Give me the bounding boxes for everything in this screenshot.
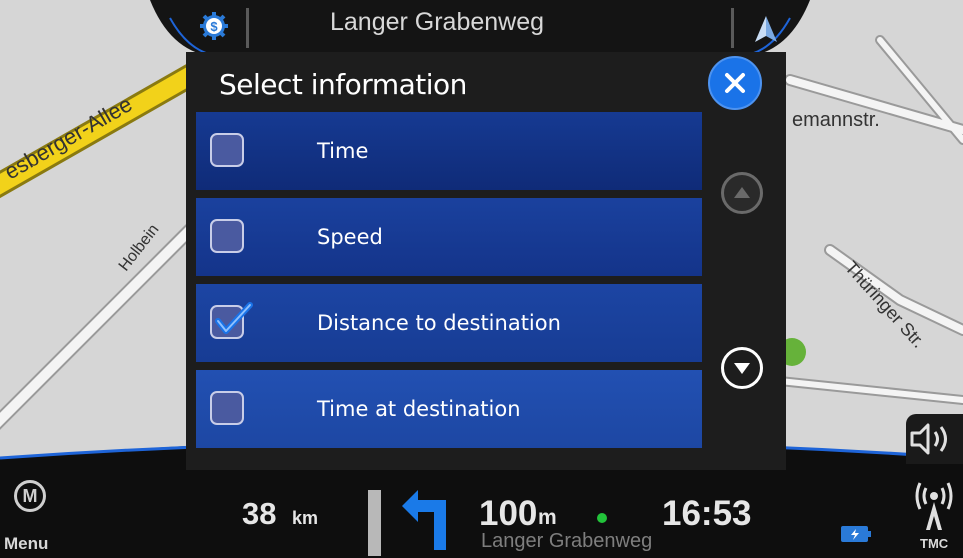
option-row-distance-to-destination[interactable]: Distance to destination xyxy=(196,284,702,362)
current-street-name: Langer Grabenweg xyxy=(330,8,545,36)
checkmark-icon xyxy=(215,302,253,334)
remaining-distance-unit: km xyxy=(292,508,319,528)
option-row-time-at-destination[interactable]: Time at destination xyxy=(196,370,702,448)
speaker-icon xyxy=(910,423,947,455)
menu-icon: M xyxy=(14,480,46,512)
menu-button[interactable]: M Menu xyxy=(4,474,64,558)
checkbox-distance-to-destination[interactable] xyxy=(210,302,253,339)
option-row-speed[interactable]: Speed xyxy=(196,198,702,276)
tmc-label: TMC xyxy=(920,536,949,551)
option-row-time[interactable]: Time xyxy=(196,112,702,190)
street-label-emannstr: emannstr. xyxy=(792,109,880,131)
next-turn-unit: m xyxy=(538,506,557,529)
info-divider xyxy=(368,490,381,556)
battery-charging-icon xyxy=(840,524,872,544)
scroll-down-icon xyxy=(734,363,750,374)
checkbox-time[interactable] xyxy=(210,133,244,167)
scroll-up-icon xyxy=(734,187,750,198)
volume-button[interactable] xyxy=(906,414,963,464)
option-label-time: Time xyxy=(317,139,369,163)
close-icon xyxy=(725,73,745,93)
tmc-traffic-button[interactable]: TMC xyxy=(906,474,963,558)
dialog-title: Select information xyxy=(219,68,467,101)
navigation-settings-icon[interactable]: $ xyxy=(200,12,228,40)
option-label-distance-to-destination: Distance to destination xyxy=(317,311,561,335)
remaining-distance-value: 38 xyxy=(242,496,277,531)
tmc-antenna-icon xyxy=(915,482,953,530)
street-label-allee: esberger-Allee xyxy=(0,91,136,184)
option-label-time-at-destination: Time at destination xyxy=(317,397,521,421)
svg-text:$: $ xyxy=(210,19,218,34)
scroll-up-button[interactable] xyxy=(721,172,763,214)
checkbox-time-at-destination[interactable] xyxy=(210,391,244,425)
next-turn-distance: 100 xyxy=(479,494,538,533)
close-button[interactable] xyxy=(708,56,762,110)
clock: 16:53 xyxy=(662,494,752,533)
checkbox-speed[interactable] xyxy=(210,219,244,253)
turn-left-arrow-icon xyxy=(398,488,454,552)
option-label-speed: Speed xyxy=(317,225,383,249)
north-arrow-icon[interactable] xyxy=(752,14,780,44)
menu-label: Menu xyxy=(4,534,49,553)
navigation-screen: esberger-Allee emannstr. Holbein Thüring… xyxy=(0,0,963,558)
scroll-down-button[interactable] xyxy=(721,347,763,389)
gps-status-icon xyxy=(597,513,607,523)
